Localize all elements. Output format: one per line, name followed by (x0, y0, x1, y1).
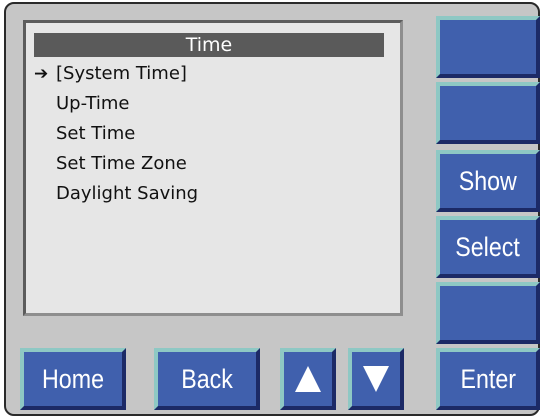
menu-item-daylight-saving[interactable]: Daylight Saving (26, 179, 400, 209)
select-button[interactable]: Select (436, 216, 540, 278)
scroll-down-button[interactable] (348, 348, 404, 410)
menu-item-label: Set Time Zone (56, 153, 187, 174)
menu-item-system-time[interactable]: ➔ [System Time] (26, 59, 400, 89)
back-button[interactable]: Back (154, 348, 260, 410)
lcd-screen: Time ➔ [System Time] Up-Time Set Time Se… (23, 20, 403, 316)
menu-item-label: Up-Time (56, 93, 130, 114)
enter-button[interactable]: Enter (436, 348, 540, 410)
menu-item-set-time-zone[interactable]: Set Time Zone (26, 149, 400, 179)
soft-key-5-button[interactable] (436, 282, 540, 344)
menu-item-set-time[interactable]: Set Time (26, 119, 400, 149)
arrow-down-icon (363, 366, 389, 392)
menu-item-label: [System Time] (56, 63, 187, 84)
device-panel: Time ➔ [System Time] Up-Time Set Time Se… (4, 2, 540, 416)
enter-button-label: Enter (460, 363, 516, 394)
soft-key-1-button[interactable] (436, 16, 540, 78)
home-button[interactable]: Home (20, 348, 126, 410)
soft-key-2-button[interactable] (436, 82, 540, 144)
menu-item-up-time[interactable]: Up-Time (26, 89, 400, 119)
arrow-up-icon (295, 366, 321, 392)
home-button-label: Home (42, 363, 104, 394)
show-button[interactable]: Show (436, 150, 540, 212)
select-button-label: Select (455, 231, 521, 262)
menu-item-label: Set Time (56, 123, 136, 144)
scroll-up-button[interactable] (280, 348, 336, 410)
screen-title: Time (34, 33, 384, 57)
menu-item-label: Daylight Saving (56, 183, 199, 204)
menu-list: ➔ [System Time] Up-Time Set Time Set Tim… (26, 59, 400, 209)
show-button-label: Show (458, 165, 518, 196)
back-button-label: Back (181, 363, 233, 394)
selection-arrow-icon: ➔ (34, 64, 49, 84)
